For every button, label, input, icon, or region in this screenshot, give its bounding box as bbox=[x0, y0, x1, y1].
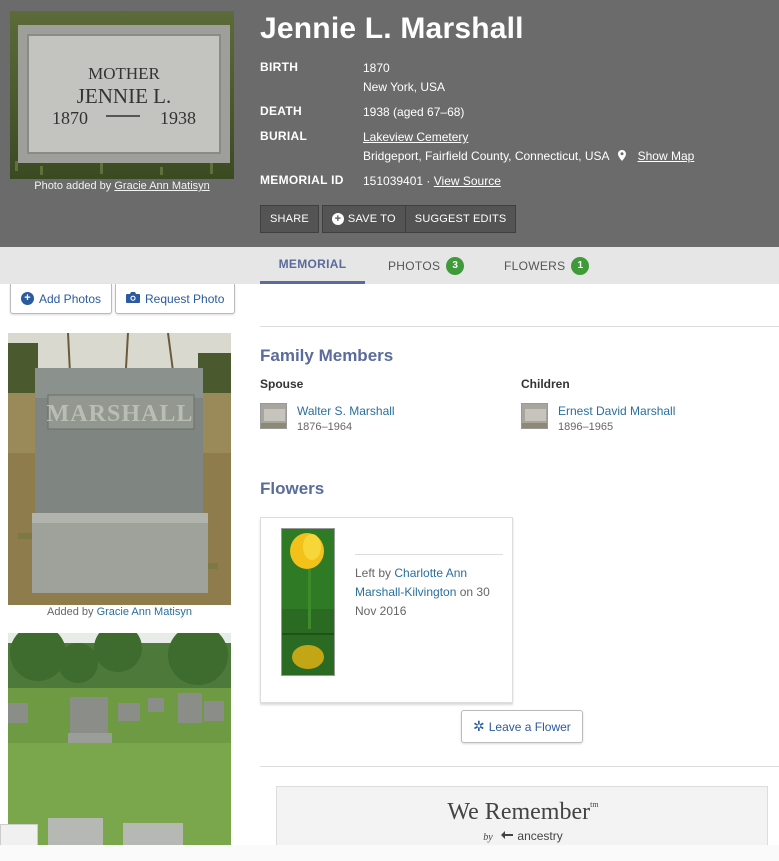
photo-caption-prefix: Photo added by bbox=[34, 180, 112, 192]
photo-caption: Photo added by Gracie Ann Matisyn bbox=[10, 180, 234, 192]
family-members-title: Family Members bbox=[260, 346, 394, 365]
burial-label: BURIAL bbox=[260, 129, 308, 143]
memorial-content: Family Members Spouse Walter S. Marshall… bbox=[260, 284, 779, 861]
flower-icon: ✲ bbox=[473, 718, 485, 734]
child-name[interactable]: Ernest David Marshall bbox=[558, 403, 675, 419]
vital-facts: BIRTH 1870 New York, USA DEATH 1938 (age… bbox=[260, 59, 770, 197]
spouse-label: Spouse bbox=[260, 377, 304, 391]
photo-sidebar: + Add Photos Request Photo MARSHALL Adde… bbox=[0, 284, 240, 861]
show-map-link[interactable]: Show Map bbox=[638, 149, 695, 163]
spouse-dates: 1876–1964 bbox=[297, 421, 353, 433]
birth-date: 1870 bbox=[363, 61, 390, 75]
leave-flower-button[interactable]: ✲ Leave a Flower bbox=[461, 710, 583, 743]
plus-circle-icon: + bbox=[21, 292, 34, 305]
headstone-line1: MOTHER bbox=[88, 64, 160, 83]
birth-place: New York, USA bbox=[363, 80, 446, 94]
memorial-header: MOTHER JENNIE L. 1870 1938 Photo added b… bbox=[0, 0, 779, 247]
headstone-photo[interactable]: MOTHER JENNIE L. 1870 1938 bbox=[10, 11, 234, 179]
gallery-added-by-link[interactable]: Gracie Ann Matisyn bbox=[97, 606, 192, 618]
spouse-card[interactable]: Walter S. Marshall 1876–1964 bbox=[260, 403, 395, 436]
request-photo-button[interactable]: Request Photo bbox=[115, 284, 236, 314]
divider bbox=[260, 326, 779, 327]
child-card[interactable]: Ernest David Marshall 1896–1965 bbox=[521, 403, 675, 436]
photo-added-by-link[interactable]: Gracie Ann Matisyn bbox=[114, 180, 209, 192]
flowers-count-badge: 1 bbox=[571, 256, 590, 275]
memorial-actions: SHARE + SAVE TO SUGGEST EDITS bbox=[260, 205, 519, 233]
photos-count-badge: 3 bbox=[446, 256, 465, 275]
tab-flowers[interactable]: FLOWERS 1 bbox=[504, 247, 590, 284]
flower-image[interactable] bbox=[281, 528, 335, 676]
gallery-caption-prefix: Added by bbox=[47, 606, 94, 618]
death-value: 1938 (aged 67–68) bbox=[363, 105, 465, 119]
add-photos-label: Add Photos bbox=[39, 291, 102, 306]
tab-flowers-label: FLOWERS bbox=[504, 258, 566, 273]
by-text: by bbox=[483, 832, 493, 843]
flower-note: Left by Charlotte Ann Marshall-Kilvingto… bbox=[355, 564, 505, 621]
divider bbox=[355, 554, 503, 555]
burial-value: Lakeview Cemetery Bridgeport, Fairfield … bbox=[363, 128, 694, 166]
memorial-id-label: MEMORIAL ID bbox=[260, 173, 344, 187]
save-to-label: SAVE TO bbox=[347, 213, 396, 225]
gallery-stone-name: MARSHALL bbox=[47, 401, 194, 427]
memorial-name: Jennie L. Marshall bbox=[260, 12, 524, 45]
child-thumbnail bbox=[521, 403, 548, 429]
feedback-tab[interactable] bbox=[0, 824, 38, 846]
map-pin-icon bbox=[618, 148, 627, 161]
death-row: DEATH 1938 (aged 67–68) bbox=[260, 103, 770, 122]
we-remember-logo: We Remembertm bbox=[277, 799, 769, 826]
footer-strip bbox=[0, 845, 779, 861]
tab-photos-label: PHOTOS bbox=[388, 258, 441, 273]
request-photo-label: Request Photo bbox=[145, 291, 225, 306]
leave-flower-label: Leave a Flower bbox=[488, 719, 571, 734]
death-label: DEATH bbox=[260, 104, 302, 118]
memorial-id-row: MEMORIAL ID 151039401 · View Source bbox=[260, 172, 770, 191]
ancestry-brand: ancestry bbox=[517, 829, 563, 843]
birth-row: BIRTH 1870 New York, USA bbox=[260, 59, 770, 97]
left-by-prefix: Left by bbox=[355, 566, 392, 580]
share-button[interactable]: SHARE bbox=[260, 205, 319, 233]
birth-value: 1870 New York, USA bbox=[363, 59, 445, 97]
ancestry-leaf-icon bbox=[500, 829, 517, 843]
tab-photos[interactable]: PHOTOS 3 bbox=[388, 247, 465, 284]
trademark: tm bbox=[590, 800, 599, 809]
memorial-id-value: 151039401 · View Source bbox=[363, 172, 501, 191]
memorial-id: 151039401 · bbox=[363, 174, 431, 188]
children-label: Children bbox=[521, 377, 570, 391]
gallery-photo-1[interactable]: MARSHALL bbox=[8, 333, 231, 605]
tab-memorial-label: MEMORIAL bbox=[278, 257, 347, 271]
birth-label: BIRTH bbox=[260, 60, 299, 74]
burial-row: BURIAL Lakeview Cemetery Bridgeport, Fai… bbox=[260, 128, 770, 166]
gallery-photo-1-caption: Added by Gracie Ann Matisyn bbox=[8, 606, 231, 618]
we-remember-text: We Remember bbox=[447, 799, 591, 825]
cemetery-link[interactable]: Lakeview Cemetery bbox=[363, 130, 468, 144]
save-to-button[interactable]: + SAVE TO bbox=[321, 205, 405, 233]
view-source-link[interactable]: View Source bbox=[434, 174, 501, 188]
spouse-thumbnail bbox=[260, 403, 287, 429]
headstone-death-year: 1938 bbox=[160, 108, 196, 128]
memorial-tabs: MEMORIAL PHOTOS 3 FLOWERS 1 bbox=[0, 247, 779, 284]
child-dates: 1896–1965 bbox=[558, 421, 614, 433]
camera-icon bbox=[126, 291, 140, 306]
burial-place: Bridgeport, Fairfield County, Connecticu… bbox=[363, 149, 609, 163]
tab-memorial[interactable]: MEMORIAL bbox=[260, 247, 365, 284]
ancestry-logo: by ancestry bbox=[277, 829, 769, 843]
flower-card: Left by Charlotte Ann Marshall-Kilvingto… bbox=[260, 517, 513, 703]
headstone-birth-year: 1870 bbox=[52, 108, 88, 128]
add-photos-button[interactable]: + Add Photos bbox=[10, 284, 113, 314]
spouse-name[interactable]: Walter S. Marshall bbox=[297, 403, 395, 419]
gallery-photo-2[interactable] bbox=[8, 633, 231, 861]
headstone-line2: JENNIE L. bbox=[77, 84, 171, 108]
suggest-edits-button[interactable]: SUGGEST EDITS bbox=[404, 205, 517, 233]
divider bbox=[260, 766, 779, 767]
flowers-title: Flowers bbox=[260, 479, 325, 498]
plus-circle-icon: + bbox=[331, 213, 344, 225]
